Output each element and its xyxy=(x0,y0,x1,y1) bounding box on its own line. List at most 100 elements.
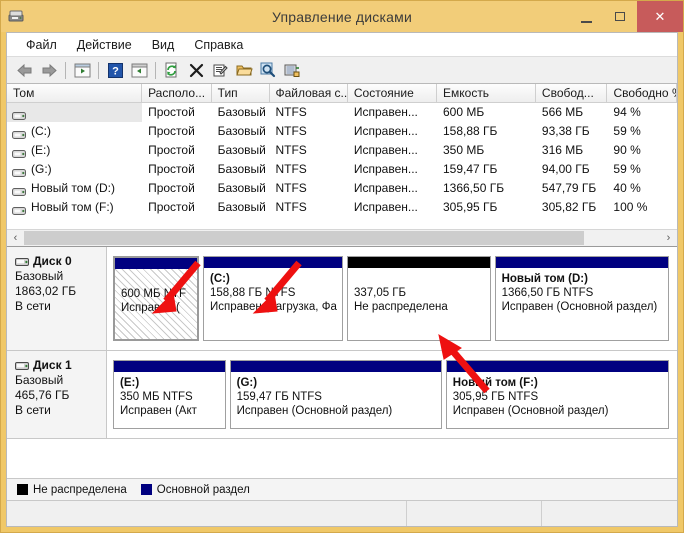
scroll-right-icon[interactable]: › xyxy=(660,230,677,246)
forward-arrow-icon[interactable] xyxy=(38,59,60,81)
volume-free-pct-cell: 59 % xyxy=(613,162,641,176)
volume-free-cell: 566 МБ xyxy=(541,105,584,119)
partition-label-empty xyxy=(121,273,197,287)
legend: Не распределена Основной раздел xyxy=(7,478,677,500)
refresh-icon[interactable] xyxy=(161,59,183,81)
scrollbar-thumb[interactable] xyxy=(24,231,584,245)
maximize-button[interactable] xyxy=(603,1,637,32)
toolbar-separator xyxy=(98,61,99,79)
table-row[interactable]: (G:) Простой Базовый NTFS Исправен... 159,47 … xyxy=(7,160,677,179)
column-header-free[interactable]: Свобод... xyxy=(535,84,608,102)
table-row[interactable]: (E:) Простой Базовый NTFS Исправен... 350 МБ 3… xyxy=(7,141,677,160)
table-row[interactable]: Простой Базовый NTFS Исправен... 600 МБ 566 М… xyxy=(7,103,677,122)
window-controls: ✕ xyxy=(569,1,683,32)
column-header-capacity[interactable]: Емкость xyxy=(437,84,536,102)
rescan-disks-icon[interactable] xyxy=(281,59,303,81)
volume-name-cell[interactable]: (E:) xyxy=(7,141,142,160)
partition-strip: 600 МБ NTF Исправен ((C:) 158,88 ГБ NTFS Ис… xyxy=(107,247,677,350)
partition-block[interactable]: Новый том (F:) 305,95 ГБ NTFS Исправен (Ос… xyxy=(445,360,669,429)
help-icon[interactable]: ? xyxy=(104,59,126,81)
volume-capacity-cell: 158,88 ГБ xyxy=(442,124,498,138)
table-row[interactable]: (C:) Простой Базовый NTFS Исправен... 158,88 … xyxy=(7,122,677,141)
volume-name-cell[interactable]: (C:) xyxy=(7,122,142,141)
partition-status: Исправен (Основной раздел) xyxy=(501,301,658,313)
column-header-status[interactable]: Состояние xyxy=(347,84,437,102)
disk-info-panel[interactable]: Диск 0 Базовый 1863,02 ГБ В сети xyxy=(7,247,107,350)
menu-item-view[interactable]: Вид xyxy=(143,36,184,54)
volume-name-cell[interactable]: Новый том (F:) xyxy=(7,198,142,217)
partition-details: 337,05 ГБ Не распределена xyxy=(347,268,490,340)
disk-state-label: В сети xyxy=(15,403,51,417)
scrollbar-track[interactable] xyxy=(24,230,660,246)
volume-name-cell[interactable] xyxy=(7,103,143,122)
volume-capacity-cell: 305,95 ГБ xyxy=(442,200,498,214)
disk-row: Диск 0 Базовый 1863,02 ГБ В сети 600 МБ NTF… xyxy=(7,247,677,351)
menu-item-action[interactable]: Действие xyxy=(68,36,141,54)
legend-label-unallocated: Не распределена xyxy=(33,483,127,496)
menu-item-file[interactable]: Файл xyxy=(17,36,66,54)
disk-graphical-view: Диск 0 Базовый 1863,02 ГБ В сети 600 МБ NTF… xyxy=(7,247,677,478)
show-tree-icon[interactable] xyxy=(71,59,93,81)
volume-layout-cell: Простой xyxy=(148,162,195,176)
volume-type-cell: Базовый xyxy=(217,143,266,157)
properties-icon[interactable] xyxy=(209,59,231,81)
partition-block[interactable]: 600 МБ NTF Исправен ( xyxy=(113,256,200,341)
menu-bar: Файл Действие Вид Справка xyxy=(7,33,677,57)
delete-icon[interactable] xyxy=(185,59,207,81)
partition-block[interactable]: 337,05 ГБ Не распределена xyxy=(346,256,491,341)
back-arrow-icon[interactable] xyxy=(14,59,36,81)
volume-free-pct-cell: 59 % xyxy=(613,124,641,138)
column-header-free-pct[interactable]: Свободно % xyxy=(607,84,677,102)
partition-status: Исправен (Основной раздел) xyxy=(236,405,393,417)
column-header-layout[interactable]: Располо... xyxy=(142,84,212,102)
partition-block[interactable]: Новый том (D:) 1366,50 ГБ NTFS Исправен (О… xyxy=(494,256,669,341)
show-action-pane-icon[interactable] xyxy=(128,59,150,81)
status-pane-2 xyxy=(407,500,542,526)
disk-type-label: Базовый xyxy=(15,269,64,283)
disk-size-label: 465,76 ГБ xyxy=(15,388,70,402)
volume-layout-cell: Простой xyxy=(148,181,195,195)
partition-block[interactable]: (G:) 159,47 ГБ NTFS Исправен (Основной раз… xyxy=(229,360,442,429)
column-header-volume[interactable]: Том xyxy=(7,84,143,102)
volume-filesystem-cell: NTFS xyxy=(275,200,307,214)
disk-info-panel[interactable]: Диск 1 Базовый 465,76 ГБ В сети xyxy=(7,351,107,438)
volume-icon xyxy=(12,108,27,120)
partition-size-fs: 1366,50 ГБ NTFS xyxy=(501,287,594,299)
volume-name-label: Новый том (D:) xyxy=(31,181,115,195)
legend-swatch-primary xyxy=(140,484,152,495)
minimize-button[interactable] xyxy=(569,1,603,32)
column-header-type[interactable]: Тип xyxy=(211,84,270,102)
horizontal-scrollbar[interactable]: ‹ › xyxy=(7,229,677,247)
volume-name-cell[interactable]: Новый том (D:) xyxy=(7,179,142,198)
svg-text:?: ? xyxy=(112,65,119,77)
table-row[interactable]: Новый том (D:) Простой Базовый NTFS Исправен… xyxy=(7,179,677,198)
search-icon[interactable] xyxy=(257,59,279,81)
partition-block[interactable]: (C:) 158,88 ГБ NTFS Исправен (Загрузка, Фа xyxy=(203,256,343,341)
open-folder-icon[interactable] xyxy=(233,59,255,81)
volume-type-cell: Базовый xyxy=(217,200,266,214)
close-button[interactable]: ✕ xyxy=(637,1,683,32)
partition-color-bar xyxy=(495,257,668,268)
volume-layout-cell: Простой xyxy=(148,105,195,119)
status-pane-3 xyxy=(542,501,677,527)
partition-size-fs: 159,47 ГБ NTFS xyxy=(236,391,322,403)
partition-block[interactable]: (E:) 350 МБ NTFS Исправен (Акт xyxy=(113,360,226,429)
table-row[interactable]: Новый том (F:) Простой Базовый NTFS Исправен… xyxy=(7,198,677,217)
volume-type-cell: Базовый xyxy=(217,124,266,138)
toolbar-separator xyxy=(155,61,156,79)
disk-name-label: Диск 1 xyxy=(33,358,72,372)
scroll-left-icon[interactable]: ‹ xyxy=(7,230,24,246)
volume-free-pct-cell: 40 % xyxy=(613,181,641,195)
volume-capacity-cell: 350 МБ xyxy=(442,143,485,157)
volume-icon xyxy=(12,165,27,177)
volume-name-cell[interactable]: (G:) xyxy=(7,160,142,179)
menu-item-help[interactable]: Справка xyxy=(185,36,252,54)
volume-free-cell: 547,79 ГБ xyxy=(541,181,597,195)
partition-size-fs: 600 МБ NTF xyxy=(121,288,187,300)
disk-type-label: Базовый xyxy=(15,373,64,387)
legend-item-unallocated: Не распределена xyxy=(17,484,127,496)
column-header-filesystem[interactable]: Файловая с... xyxy=(269,84,348,102)
partition-color-bar xyxy=(230,361,441,372)
volume-icon xyxy=(12,184,27,196)
disk-icon xyxy=(15,256,30,266)
